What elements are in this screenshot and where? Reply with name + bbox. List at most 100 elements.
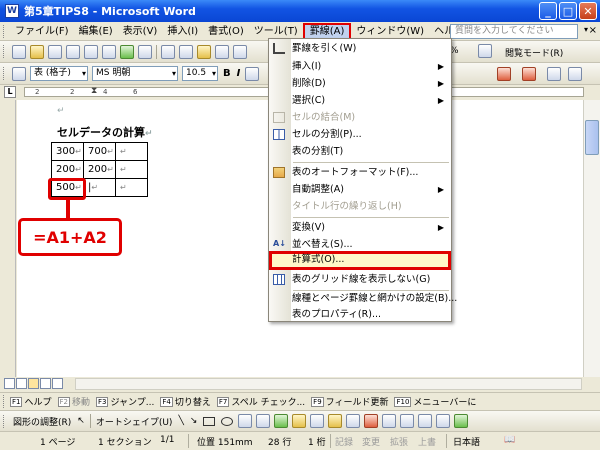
new-document-icon[interactable]	[12, 44, 26, 59]
fkey-toggle[interactable]: F4 切り替え	[160, 395, 211, 408]
menu-tools[interactable]: ツール(T)	[249, 23, 303, 40]
permission-icon[interactable]	[66, 44, 80, 59]
research-icon[interactable]	[138, 44, 152, 59]
character-shading-icon[interactable]	[547, 67, 561, 81]
font-color-icon[interactable]	[522, 67, 536, 81]
wordart-icon[interactable]	[256, 414, 271, 428]
fkey-field-update[interactable]: F9 フィールド更新	[311, 395, 388, 408]
3d-icon[interactable]	[454, 414, 469, 428]
status-track-changes[interactable]: 変更	[362, 435, 380, 448]
autoshapes-menu[interactable]: オートシェイプ(U)	[96, 415, 173, 428]
menu-file[interactable]: ファイル(F)	[10, 23, 74, 40]
web-layout-icon[interactable]	[16, 378, 27, 389]
enclosed-character-icon[interactable]	[568, 67, 582, 81]
menu-item-borders-shading[interactable]: 線種とページ罫線と網かけの設定(B)...	[269, 290, 457, 307]
open-folder-icon[interactable]	[30, 44, 44, 59]
spell-status-icon[interactable]: 📖	[504, 435, 515, 445]
print-preview-icon[interactable]	[102, 44, 116, 59]
toolbar-grip[interactable]	[3, 67, 6, 80]
menu-view[interactable]: 表示(V)	[118, 23, 163, 40]
close-button[interactable]: ✕	[579, 2, 597, 20]
line-color-icon[interactable]	[346, 414, 361, 428]
clipart-icon[interactable]	[292, 414, 307, 428]
table-cell-a2[interactable]: 200↵	[51, 160, 84, 179]
font-size-combo[interactable]: 10.5	[182, 66, 218, 81]
menu-insert[interactable]: 挿入(I)	[162, 23, 203, 40]
help-question-input[interactable]: 質問を入力してください	[450, 24, 578, 39]
copy-icon[interactable]	[179, 44, 193, 59]
menu-item-split-table[interactable]: 表の分割(T)	[269, 143, 451, 160]
help-icon[interactable]	[478, 44, 492, 58]
line-icon[interactable]: ╲	[178, 416, 183, 426]
line-style-icon[interactable]	[382, 414, 397, 428]
oval-icon[interactable]	[221, 416, 234, 426]
word-app-icon[interactable]: W	[5, 4, 19, 18]
format-painter-icon[interactable]	[215, 44, 229, 59]
help-dropdown-icon[interactable]: ▾	[584, 25, 588, 34]
dash-style-icon[interactable]	[400, 414, 415, 428]
scrollbar-thumb[interactable]	[585, 120, 599, 155]
print-layout-icon[interactable]	[28, 378, 39, 389]
menu-item-convert[interactable]: 変換(V) ▶	[269, 219, 451, 236]
shadow-icon[interactable]	[436, 414, 451, 428]
italic-button[interactable]: I	[237, 68, 241, 79]
fill-color-icon[interactable]	[328, 414, 343, 428]
menu-item-draw-table[interactable]: 罫線を引く(W)	[269, 40, 451, 57]
menu-edit[interactable]: 編集(E)	[74, 23, 118, 40]
bold-button[interactable]: B	[223, 68, 231, 79]
menu-item-split-cells[interactable]: セルの分割(P)...	[269, 126, 451, 143]
diagram-icon[interactable]	[274, 414, 289, 428]
menu-window[interactable]: ウィンドウ(W)	[351, 23, 429, 40]
draw-adjust-menu[interactable]: 図形の調整(R)	[13, 415, 71, 428]
status-record[interactable]: 記録	[335, 435, 353, 448]
table-cell-c2[interactable]: ↵	[115, 160, 148, 179]
fkey-help[interactable]: F1 ヘルプ	[10, 395, 52, 408]
select-objects-icon[interactable]: ↖	[77, 416, 85, 426]
table-cell-c3[interactable]: ↵	[115, 178, 148, 197]
style-combo[interactable]: 表 (格子)	[30, 66, 88, 81]
menu-item-autofit[interactable]: 自動調整(A) ▶	[269, 181, 451, 198]
table-cell-b3[interactable]: |↵	[83, 178, 116, 197]
menu-item-insert[interactable]: 挿入(I) ▶	[269, 58, 451, 75]
paste-icon[interactable]	[197, 44, 211, 59]
toolbar-grip[interactable]	[3, 45, 6, 58]
menu-table[interactable]: 罫線(A)	[302, 22, 352, 40]
arrow-icon[interactable]: ↘	[190, 416, 198, 426]
outline-view-icon[interactable]	[40, 378, 51, 389]
rectangle-icon[interactable]	[203, 416, 216, 426]
minimize-button[interactable]: _	[539, 2, 557, 20]
indent-marker-icon[interactable]: ⧗	[91, 86, 97, 96]
menu-item-table-autoformat[interactable]: 表のオートフォーマット(F)...	[269, 164, 451, 181]
fkey-menubar[interactable]: F10 メニューバーに	[394, 395, 476, 408]
horizontal-scrollbar[interactable]	[75, 378, 582, 390]
status-overtype[interactable]: 上書	[418, 435, 436, 448]
fkey-move[interactable]: F2 移動	[57, 395, 90, 408]
font-color-draw-icon[interactable]	[364, 414, 379, 428]
reading-layout-icon[interactable]	[52, 378, 63, 389]
styles-icon[interactable]	[12, 66, 26, 81]
menu-item-select[interactable]: 選択(C) ▶	[269, 92, 451, 109]
vertical-scrollbar[interactable]	[583, 100, 600, 377]
reading-mode-button[interactable]: 閲覧モード(R)	[505, 46, 563, 59]
font-combo[interactable]: MS 明朝	[92, 66, 178, 81]
underline-icon[interactable]	[245, 66, 260, 81]
vertical-ruler[interactable]	[0, 100, 16, 377]
spelling-icon[interactable]	[120, 44, 134, 59]
table-cell-a1[interactable]: 300↵	[51, 142, 84, 161]
menu-format[interactable]: 書式(O)	[203, 23, 249, 40]
menu-item-formula[interactable]: 計算式(O)...	[269, 251, 451, 270]
tab-selector[interactable]: L	[4, 86, 16, 98]
fkey-jump[interactable]: F3 ジャンプ...	[96, 395, 154, 408]
menu-item-delete[interactable]: 削除(D) ▶	[269, 75, 451, 92]
menu-item-hide-gridlines[interactable]: 表のグリッド線を表示しない(G)	[269, 271, 451, 288]
maximize-button[interactable]: □	[559, 2, 577, 20]
save-icon[interactable]	[48, 44, 62, 59]
cut-icon[interactable]	[161, 44, 175, 59]
menubar-grip[interactable]	[3, 24, 6, 38]
table-cell-b2[interactable]: 200↵	[83, 160, 116, 179]
undo-icon[interactable]	[233, 44, 247, 59]
print-icon[interactable]	[84, 44, 98, 59]
picture-icon[interactable]	[310, 414, 325, 428]
table-cell-b1[interactable]: 700↵	[83, 142, 116, 161]
fkey-spell[interactable]: F7 スペル チェック...	[216, 395, 305, 408]
